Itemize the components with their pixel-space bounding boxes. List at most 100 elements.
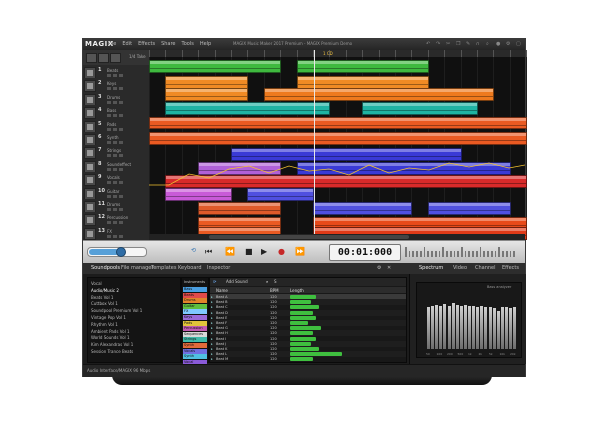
- track-controls[interactable]: [107, 181, 123, 185]
- menu-help[interactable]: Help: [200, 41, 211, 47]
- tab-spectrum[interactable]: Spectrum: [419, 265, 443, 271]
- folder-item[interactable]: Vintage Pop Vol 1: [91, 315, 126, 320]
- folder-item[interactable]: Audio/Music 2: [91, 288, 119, 293]
- track-name: Drums: [107, 202, 121, 207]
- pencil-icon[interactable]: ✎: [466, 41, 471, 47]
- forward-button[interactable]: ⏩: [295, 247, 305, 256]
- track-view-button[interactable]: [98, 53, 109, 63]
- track-name: Guitar: [107, 188, 120, 194]
- track-lanes[interactable]: [149, 57, 528, 240]
- tab-effects[interactable]: Effects: [502, 265, 519, 271]
- grid-line: [526, 57, 528, 240]
- track-controls[interactable]: [107, 127, 123, 131]
- track-row[interactable]: 13 FX: [83, 225, 149, 241]
- category-item[interactable]: FX: [183, 309, 207, 315]
- tab-inspector[interactable]: Inspector: [207, 265, 230, 271]
- category-item[interactable]: Vocals: [183, 348, 207, 354]
- folder-item[interactable]: Rhythm Vol 1: [91, 322, 118, 327]
- redo-icon[interactable]: ↷: [436, 41, 441, 47]
- track-controls[interactable]: [107, 221, 123, 225]
- mic-icon[interactable]: ●: [496, 41, 501, 47]
- stop-button[interactable]: ■: [245, 247, 253, 256]
- track-controls[interactable]: [107, 100, 123, 104]
- category-item[interactable]: Keys: [183, 315, 207, 320]
- folder-item[interactable]: Session Trance Beats: [91, 349, 133, 354]
- folder-item[interactable]: Ambient Pads Vol 1: [91, 329, 130, 334]
- settings-icon[interactable]: ⚙: [377, 265, 381, 271]
- loop-icon[interactable]: ⟲: [191, 247, 196, 254]
- timeline[interactable]: 1 CD: [149, 50, 528, 240]
- track-options-button[interactable]: [110, 53, 121, 63]
- search-field[interactable]: S: [274, 279, 277, 284]
- category-item[interactable]: Synth: [183, 343, 207, 348]
- cut-icon[interactable]: ✂: [446, 41, 451, 47]
- folder-item[interactable]: Beats Vol 1: [91, 295, 113, 300]
- sound-row[interactable]: ▸ Beat M 120: [210, 356, 406, 362]
- track-controls[interactable]: [107, 167, 123, 171]
- tab-templates[interactable]: Templates: [151, 265, 176, 271]
- track-controls[interactable]: [107, 154, 123, 158]
- category-item[interactable]: Synth: [183, 354, 207, 360]
- tab-channel[interactable]: Channel: [475, 265, 496, 271]
- menu-file[interactable]: File: [108, 41, 116, 47]
- ruler-tick: [280, 50, 282, 57]
- category-item[interactable]: Bass: [183, 287, 207, 292]
- menu-effects[interactable]: Effects: [138, 41, 155, 47]
- track-controls[interactable]: [107, 87, 123, 91]
- search-icon[interactable]: ⌕: [266, 279, 268, 284]
- menu-tools[interactable]: Tools: [182, 41, 194, 47]
- category-item[interactable]: Percussion: [183, 326, 207, 332]
- fullscreen-icon[interactable]: ▢: [516, 41, 521, 47]
- zoom-icon[interactable]: ⌕: [486, 41, 491, 47]
- tab-video[interactable]: Video: [453, 265, 467, 271]
- frequency-label: 100: [436, 352, 443, 356]
- add-track-button[interactable]: [86, 53, 97, 63]
- rewind-button[interactable]: ⏪: [225, 247, 235, 256]
- meter-tick: [431, 251, 433, 257]
- category-item[interactable]: Guitar: [183, 303, 207, 309]
- rewind-to-start-button[interactable]: ⏮: [205, 247, 212, 257]
- record-button[interactable]: ●: [278, 247, 285, 256]
- folder-item[interactable]: World Sounds Vol 1: [91, 335, 130, 340]
- category-item[interactable]: Beats: [183, 292, 207, 298]
- folder-item[interactable]: Cuttbox Vol 1: [91, 301, 118, 306]
- category-item[interactable]: Drums: [183, 298, 207, 304]
- tab-file-manager[interactable]: File manager: [121, 265, 153, 271]
- tab-keyboard[interactable]: Keyboard: [178, 265, 202, 271]
- master-volume-slider[interactable]: [87, 247, 147, 257]
- col-name[interactable]: Name: [216, 288, 228, 293]
- close-icon[interactable]: ✕: [387, 265, 391, 271]
- magnet-icon[interactable]: ∩: [476, 41, 481, 47]
- col-length[interactable]: Length: [290, 288, 304, 293]
- playhead[interactable]: [314, 50, 315, 240]
- undo-icon[interactable]: ↶: [426, 41, 431, 47]
- refresh-icon[interactable]: ⟳: [213, 279, 216, 284]
- folder-item[interactable]: Vocal: [91, 281, 102, 286]
- automation-curve[interactable]: [149, 57, 525, 240]
- category-list[interactable]: Instruments Bass Beats Drums Guitar FX Keys Pa…: [181, 277, 209, 365]
- folder-list[interactable]: Vocal Audio/Music 2 Beats Vol 1 Cuttbox Vol…: [87, 277, 181, 363]
- track-controls[interactable]: [107, 194, 123, 198]
- track-controls[interactable]: [107, 74, 123, 77]
- menu-share[interactable]: Share: [161, 41, 175, 47]
- track-controls[interactable]: [107, 234, 123, 238]
- spectrum-bar: [504, 307, 508, 349]
- play-preview-icon[interactable]: ▸: [211, 357, 213, 361]
- copy-icon[interactable]: ❐: [456, 41, 461, 47]
- play-button[interactable]: ▶: [261, 247, 267, 256]
- browser-header: Name BPM Length: [210, 287, 406, 293]
- category-item[interactable]: Pads: [183, 320, 207, 326]
- track-controls[interactable]: [107, 114, 123, 118]
- settings-icon[interactable]: ⚙: [506, 41, 511, 47]
- track-controls[interactable]: [107, 141, 123, 144]
- category-item[interactable]: Sequences: [183, 331, 207, 337]
- track-controls[interactable]: [107, 208, 123, 211]
- add-sound-button[interactable]: Add Sound: [226, 279, 248, 284]
- folder-item[interactable]: Kim Alexandras Vol 1: [91, 342, 133, 347]
- tab-soundpools[interactable]: Soundpools: [91, 265, 120, 271]
- ruler-tick: [427, 50, 429, 57]
- category-item[interactable]: Strings: [183, 337, 207, 343]
- col-bpm[interactable]: BPM: [270, 288, 279, 293]
- folder-item[interactable]: Soundpool Premium Vol 1: [91, 308, 142, 313]
- menu-edit[interactable]: Edit: [122, 41, 132, 47]
